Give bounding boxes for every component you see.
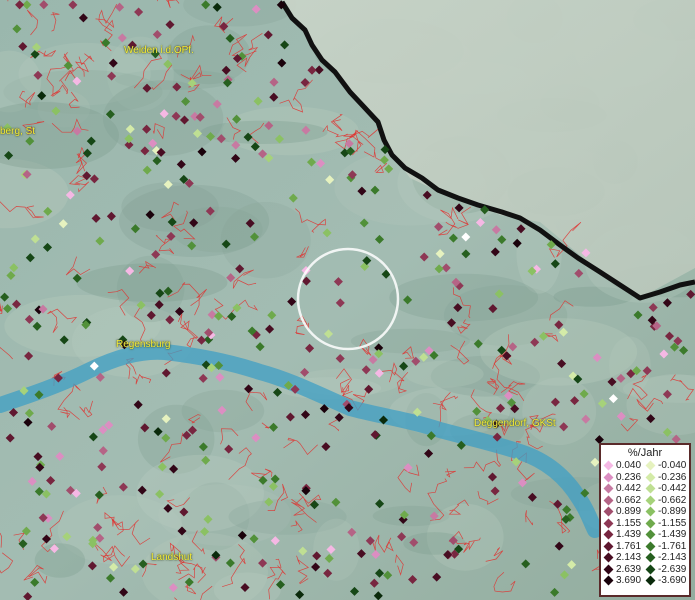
- legend-swatch-negative: [645, 529, 656, 540]
- legend-row: 0.662 -0.662: [601, 495, 689, 507]
- legend-swatch-positive: [603, 529, 614, 540]
- terrain-patch: [389, 273, 539, 322]
- legend-row: 1.761 -1.761: [601, 541, 689, 553]
- legend-swatch-negative: [645, 460, 656, 471]
- legend-value-negative: -0.442: [658, 483, 687, 494]
- legend-value-negative: -1.439: [658, 529, 687, 540]
- legend-value-negative: -2.143: [658, 552, 687, 563]
- legend-swatch-negative: [645, 495, 656, 505]
- legend-value-positive: 0.662: [616, 494, 642, 506]
- map-legend: %/Jahr 0.040 -0.040 0.236 -0.236 0.442 -0.442…: [599, 443, 691, 597]
- legend-swatch-negative: [645, 575, 656, 586]
- legend-row: 3.690 -3.690: [601, 575, 689, 587]
- legend-value-positive: 1.439: [616, 529, 642, 540]
- legend-value-positive: 3.690: [616, 575, 642, 586]
- legend-swatch-positive: [603, 483, 614, 494]
- legend-row: 1.439 -1.439: [601, 529, 689, 541]
- legend-swatch-positive: [603, 518, 614, 528]
- legend-value-positive: 0.236: [616, 471, 642, 483]
- legend-swatch-positive: [603, 506, 614, 517]
- legend-swatch-negative: [645, 472, 656, 482]
- legend-value-negative: -2.639: [658, 563, 687, 575]
- legend-value-negative: -0.236: [658, 471, 687, 483]
- legend-swatch-negative: [645, 483, 656, 494]
- legend-value-negative: -0.040: [658, 460, 687, 471]
- city-label-deggendorf: Deggendorf, GKSt: [474, 418, 556, 429]
- legend-value-negative: -0.899: [658, 506, 687, 517]
- legend-row: 0.040 -0.040: [601, 460, 689, 472]
- legend-row: 0.442 -0.442: [601, 483, 689, 495]
- legend-swatch-positive: [603, 472, 614, 482]
- legend-value-negative: -0.662: [658, 494, 687, 506]
- legend-row: 2.639 -2.639: [601, 564, 689, 576]
- legend-value-positive: 2.143: [616, 552, 642, 563]
- legend-value-negative: -3.690: [658, 575, 687, 586]
- city-label-berg-st: berg, St: [0, 126, 36, 137]
- legend-swatch-positive: [603, 541, 614, 551]
- terrain-patch: [34, 543, 86, 578]
- legend-swatch-positive: [603, 460, 614, 471]
- legend-value-positive: 1.761: [616, 540, 642, 552]
- legend-swatch-positive: [603, 552, 614, 563]
- legend-value-negative: -1.155: [658, 517, 687, 529]
- legend-swatch-positive: [603, 495, 614, 505]
- legend-value-positive: 0.040: [616, 460, 642, 471]
- terrain-patch: [313, 518, 360, 581]
- legend-value-positive: 0.442: [616, 483, 642, 494]
- terrain-patch: [522, 377, 597, 446]
- map-canvas[interactable]: [0, 0, 695, 600]
- legend-swatch-positive: [603, 564, 614, 574]
- legend-row: 0.899 -0.899: [601, 506, 689, 518]
- legend-value-negative: -1.761: [658, 540, 687, 552]
- legend-swatch-negative: [645, 518, 656, 528]
- legend-row: 2.143 -2.143: [601, 552, 689, 564]
- city-label-weiden: Weiden i.d.OPf.: [124, 45, 194, 56]
- legend-row: 0.236 -0.236: [601, 472, 689, 484]
- legend-swatch-negative: [645, 564, 656, 574]
- legend-row: 1.155 -1.155: [601, 518, 689, 530]
- legend-swatch-positive: [603, 575, 614, 586]
- legend-swatch-negative: [645, 506, 656, 517]
- legend-value-positive: 1.155: [616, 517, 642, 529]
- city-label-regensburg: Regensburg: [116, 339, 171, 350]
- terrain-patch: [171, 206, 263, 253]
- legend-title: %/Jahr: [627, 447, 663, 459]
- legend-rows: 0.040 -0.040 0.236 -0.236 0.442 -0.442 0.662 -0…: [601, 460, 689, 587]
- city-label-landshut: Landshut: [151, 552, 193, 563]
- legend-swatch-negative: [645, 552, 656, 563]
- legend-value-positive: 2.639: [616, 563, 642, 575]
- legend-swatch-negative: [645, 541, 656, 551]
- legend-value-positive: 0.899: [616, 506, 642, 517]
